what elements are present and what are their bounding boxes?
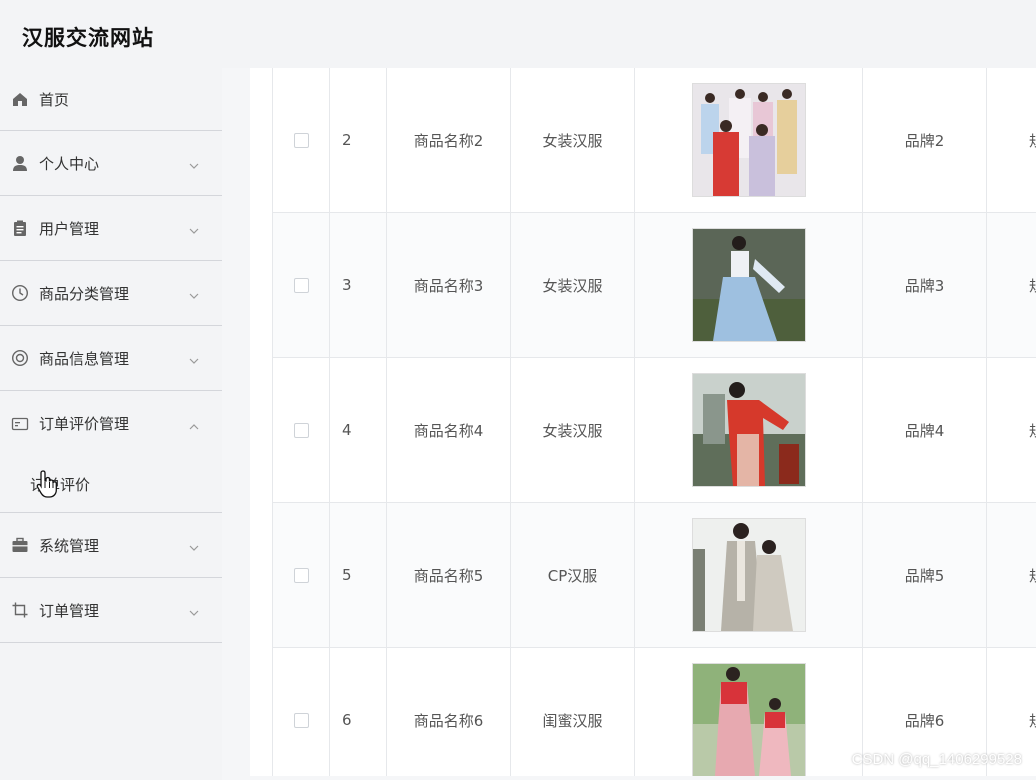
- product-image-cell: [635, 648, 863, 776]
- product-name-cell: 商品名称4: [387, 358, 511, 502]
- product-category-cell: 女装汉服: [511, 68, 635, 212]
- row-checkbox[interactable]: [293, 132, 309, 148]
- product-photo-two-girls[interactable]: [691, 663, 806, 776]
- chevron-down-icon: [188, 157, 200, 169]
- product-photo-woman-blue-dress[interactable]: [691, 228, 806, 342]
- product-category-cell: 女装汉服: [511, 213, 635, 357]
- clock-icon: [10, 284, 29, 303]
- sidebar-item-label: 用户管理: [39, 219, 100, 238]
- row-checkbox[interactable]: [293, 422, 309, 438]
- row-select-cell: [273, 503, 330, 647]
- row-select-cell: [273, 648, 330, 776]
- sidebar-item-order-review-management[interactable]: 订单评价管理: [0, 391, 222, 456]
- product-spec-cell: 规: [987, 503, 1036, 647]
- chevron-down-icon: [188, 287, 200, 299]
- product-name-cell: 商品名称5: [387, 503, 511, 647]
- crop-icon: [10, 601, 29, 620]
- product-table: 2 商品名称2 女装汉服 品牌2 规 3 商品名称3 女装汉服: [250, 68, 1036, 776]
- product-category-cell: CP汉服: [511, 503, 635, 647]
- sidebar-menu: 首页 个人中心 用户管理 商品分类管理 商品信息管理 订单评价管理 订单评价 系…: [0, 68, 222, 780]
- product-name-cell: 商品名称3: [387, 213, 511, 357]
- sidebar-item-label: 商品分类管理: [39, 284, 130, 303]
- sidebar-item-label: 个人中心: [39, 154, 100, 173]
- chevron-down-icon: [188, 352, 200, 364]
- product-spec-cell: 规: [987, 358, 1036, 502]
- product-brand-cell: 品牌2: [863, 68, 987, 212]
- table-row: 2 商品名称2 女装汉服 品牌2 规: [273, 68, 1036, 213]
- product-photo-group-of-women[interactable]: [691, 83, 806, 197]
- table-left-border: [272, 68, 273, 776]
- product-image-cell: [635, 358, 863, 502]
- sidebar-item-label: 商品信息管理: [39, 349, 130, 368]
- sidebar-item-personal-center[interactable]: 个人中心: [0, 131, 222, 196]
- product-image-cell: [635, 503, 863, 647]
- product-brand-cell: 品牌5: [863, 503, 987, 647]
- product-spec-cell: 规: [987, 68, 1036, 212]
- table-row: 3 商品名称3 女装汉服 品牌3 规: [273, 213, 1036, 358]
- product-category-cell: 闺蜜汉服: [511, 648, 635, 776]
- hand-cursor-icon: [35, 469, 59, 499]
- card-icon: [10, 414, 29, 433]
- chevron-up-icon: [188, 418, 200, 430]
- product-image-cell: [635, 68, 863, 212]
- product-category-cell: 女装汉服: [511, 358, 635, 502]
- site-title: 汉服交流网站: [22, 26, 154, 50]
- product-name-cell: 商品名称6: [387, 648, 511, 776]
- sidebar-item-label: 订单评价管理: [39, 415, 130, 433]
- sidebar-item-order-management[interactable]: 订单管理: [0, 578, 222, 643]
- index-cell: 4: [330, 358, 387, 502]
- sidebar-item-category-management[interactable]: 商品分类管理: [0, 261, 222, 326]
- user-icon: [10, 154, 29, 173]
- row-checkbox[interactable]: [293, 712, 309, 728]
- home-icon: [10, 90, 29, 109]
- top-header: 汉服交流网站: [0, 0, 1036, 68]
- table-row: 4 商品名称4 女装汉服 品牌4 规: [273, 358, 1036, 503]
- product-name-cell: 商品名称2: [387, 68, 511, 212]
- briefcase-icon: [10, 536, 29, 555]
- row-select-cell: [273, 358, 330, 502]
- table-row: 5 商品名称5 CP汉服 品牌5 规: [273, 503, 1036, 648]
- watermark: CSDN @qq_1406299528: [851, 751, 1022, 768]
- product-photo-couple[interactable]: [691, 518, 806, 632]
- sidebar-item-label: 系统管理: [39, 536, 100, 555]
- index-cell: 2: [330, 68, 387, 212]
- lifebuoy-icon: [10, 349, 29, 368]
- sidebar-item-label: 首页: [39, 90, 70, 109]
- product-brand-cell: 品牌4: [863, 358, 987, 502]
- chevron-down-icon: [188, 539, 200, 551]
- index-cell: 3: [330, 213, 387, 357]
- row-checkbox[interactable]: [293, 277, 309, 293]
- sidebar-subitem-order-review[interactable]: 订单评价: [0, 456, 222, 513]
- row-select-cell: [273, 68, 330, 212]
- product-image-cell: [635, 213, 863, 357]
- sidebar-item-system-management[interactable]: 系统管理: [0, 513, 222, 578]
- sidebar-item-product-info-management[interactable]: 商品信息管理: [0, 326, 222, 391]
- index-cell: 5: [330, 503, 387, 647]
- index-cell: 6: [330, 648, 387, 776]
- row-select-cell: [273, 213, 330, 357]
- clipboard-icon: [10, 219, 29, 238]
- sidebar-item-user-management[interactable]: 用户管理: [0, 196, 222, 261]
- row-checkbox[interactable]: [293, 567, 309, 583]
- sidebar-item-label: 订单管理: [39, 601, 100, 620]
- product-brand-cell: 品牌3: [863, 213, 987, 357]
- chevron-down-icon: [188, 604, 200, 616]
- product-spec-cell: 规: [987, 213, 1036, 357]
- product-photo-woman-red-dress[interactable]: [691, 373, 806, 487]
- sidebar-item-home[interactable]: 首页: [0, 68, 222, 131]
- chevron-down-icon: [188, 222, 200, 234]
